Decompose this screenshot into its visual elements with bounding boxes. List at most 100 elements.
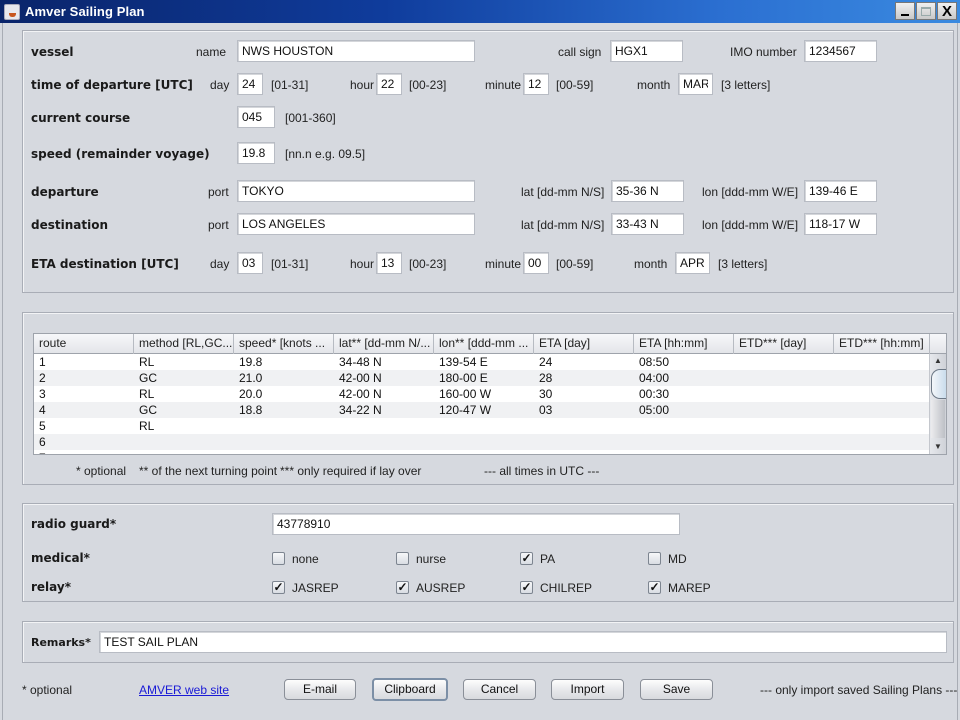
departure-month-input[interactable]: [678, 73, 713, 95]
table-cell[interactable]: 00:30: [634, 386, 734, 402]
medical-checkbox-none[interactable]: [272, 552, 285, 565]
imo-number-input[interactable]: [804, 40, 877, 62]
table-cell[interactable]: [834, 370, 930, 386]
table-cell[interactable]: 3: [34, 386, 134, 402]
column-header[interactable]: lat** [dd-mm N/...: [334, 334, 434, 354]
table-cell[interactable]: 42-00 N: [334, 386, 434, 402]
vessel-name-input[interactable]: [237, 40, 475, 62]
table-cell[interactable]: 08:50: [634, 354, 734, 370]
table-cell[interactable]: [634, 418, 734, 434]
cancel-button[interactable]: Cancel: [463, 679, 536, 700]
eta-day-input[interactable]: [237, 252, 263, 274]
table-cell[interactable]: 180-00 E: [434, 370, 534, 386]
table-cell[interactable]: [334, 418, 434, 434]
table-cell[interactable]: [434, 418, 534, 434]
table-cell[interactable]: [534, 418, 634, 434]
table-cell[interactable]: 160-00 W: [434, 386, 534, 402]
table-cell[interactable]: [134, 450, 234, 454]
column-header[interactable]: ETA [day]: [534, 334, 634, 354]
table-cell[interactable]: [634, 450, 734, 454]
table-cell[interactable]: 28: [534, 370, 634, 386]
table-cell[interactable]: 24: [534, 354, 634, 370]
destination-lon-input[interactable]: [804, 213, 877, 235]
table-row[interactable]: 6: [34, 434, 930, 450]
table-cell[interactable]: 1: [34, 354, 134, 370]
table-cell[interactable]: 7: [34, 450, 134, 454]
amver-web-site-link[interactable]: AMVER web site: [139, 683, 229, 697]
table-cell[interactable]: 19.8: [234, 354, 334, 370]
departure-day-input[interactable]: [237, 73, 263, 95]
import-button[interactable]: Import: [551, 679, 624, 700]
table-cell[interactable]: 03: [534, 402, 634, 418]
table-cell[interactable]: 34-22 N: [334, 402, 434, 418]
table-cell[interactable]: [334, 450, 434, 454]
table-row[interactable]: 2 GC 21.0 42-00 N 180-00 E 28 04:00: [34, 370, 930, 386]
column-header[interactable]: method [RL,GC...: [134, 334, 234, 354]
table-cell[interactable]: RL: [134, 418, 234, 434]
scroll-up-icon[interactable]: ▲: [930, 354, 946, 368]
table-cell[interactable]: [434, 450, 534, 454]
destination-lat-input[interactable]: [611, 213, 684, 235]
table-cell[interactable]: [734, 418, 834, 434]
medical-checkbox-md[interactable]: [648, 552, 661, 565]
table-cell[interactable]: [234, 450, 334, 454]
relay-checkbox-jasrep[interactable]: ✓: [272, 581, 285, 594]
clipboard-button[interactable]: Clipboard: [372, 678, 448, 701]
destination-port-input[interactable]: [237, 213, 475, 235]
close-button[interactable]: X: [937, 2, 957, 20]
table-cell[interactable]: [734, 386, 834, 402]
table-cell[interactable]: 42-00 N: [334, 370, 434, 386]
relay-checkbox-ausrep[interactable]: ✓: [396, 581, 409, 594]
maximize-button[interactable]: [916, 2, 936, 20]
table-cell[interactable]: [834, 354, 930, 370]
table-cell[interactable]: [234, 434, 334, 450]
table-cell[interactable]: 5: [34, 418, 134, 434]
table-cell[interactable]: [134, 434, 234, 450]
table-cell[interactable]: 6: [34, 434, 134, 450]
table-cell[interactable]: [834, 450, 930, 454]
column-header[interactable]: route: [34, 334, 134, 354]
table-cell[interactable]: 05:00: [634, 402, 734, 418]
table-cell[interactable]: [534, 434, 634, 450]
table-cell[interactable]: 139-54 E: [434, 354, 534, 370]
radio-guard-input[interactable]: [272, 513, 680, 535]
call-sign-input[interactable]: [610, 40, 683, 62]
table-cell[interactable]: [434, 434, 534, 450]
table-cell[interactable]: 04:00: [634, 370, 734, 386]
departure-lon-input[interactable]: [804, 180, 877, 202]
table-row[interactable]: 1 RL 19.8 34-48 N 139-54 E 24 08:50: [34, 354, 930, 370]
table-cell[interactable]: RL: [134, 354, 234, 370]
departure-minute-input[interactable]: [523, 73, 549, 95]
table-cell[interactable]: 21.0: [234, 370, 334, 386]
table-cell[interactable]: [834, 434, 930, 450]
table-cell[interactable]: 2: [34, 370, 134, 386]
departure-lat-input[interactable]: [611, 180, 684, 202]
table-cell[interactable]: [834, 418, 930, 434]
table-cell[interactable]: [534, 450, 634, 454]
departure-hour-input[interactable]: [376, 73, 402, 95]
departure-port-input[interactable]: [237, 180, 475, 202]
relay-checkbox-chilrep[interactable]: ✓: [520, 581, 533, 594]
eta-minute-input[interactable]: [523, 252, 549, 274]
table-row[interactable]: 5 RL: [34, 418, 930, 434]
speed-input[interactable]: [237, 142, 275, 164]
table-cell[interactable]: 20.0: [234, 386, 334, 402]
eta-month-input[interactable]: [675, 252, 710, 274]
email-button[interactable]: E-mail: [284, 679, 356, 700]
column-header[interactable]: ETD*** [hh:mm]: [834, 334, 930, 354]
table-cell[interactable]: 34-48 N: [334, 354, 434, 370]
table-cell[interactable]: RL: [134, 386, 234, 402]
table-row[interactable]: 4 GC 18.8 34-22 N 120-47 W 03 05:00: [34, 402, 930, 418]
table-cell[interactable]: 4: [34, 402, 134, 418]
medical-checkbox-nurse[interactable]: [396, 552, 409, 565]
eta-hour-input[interactable]: [376, 252, 402, 274]
column-header[interactable]: ETD*** [day]: [734, 334, 834, 354]
table-cell[interactable]: [734, 402, 834, 418]
table-cell[interactable]: GC: [134, 370, 234, 386]
table-cell[interactable]: [234, 418, 334, 434]
scroll-down-icon[interactable]: ▼: [930, 440, 946, 454]
table-cell[interactable]: [634, 434, 734, 450]
table-row[interactable]: 7: [34, 450, 930, 454]
table-cell[interactable]: [734, 434, 834, 450]
column-header[interactable]: ETA [hh:mm]: [634, 334, 734, 354]
